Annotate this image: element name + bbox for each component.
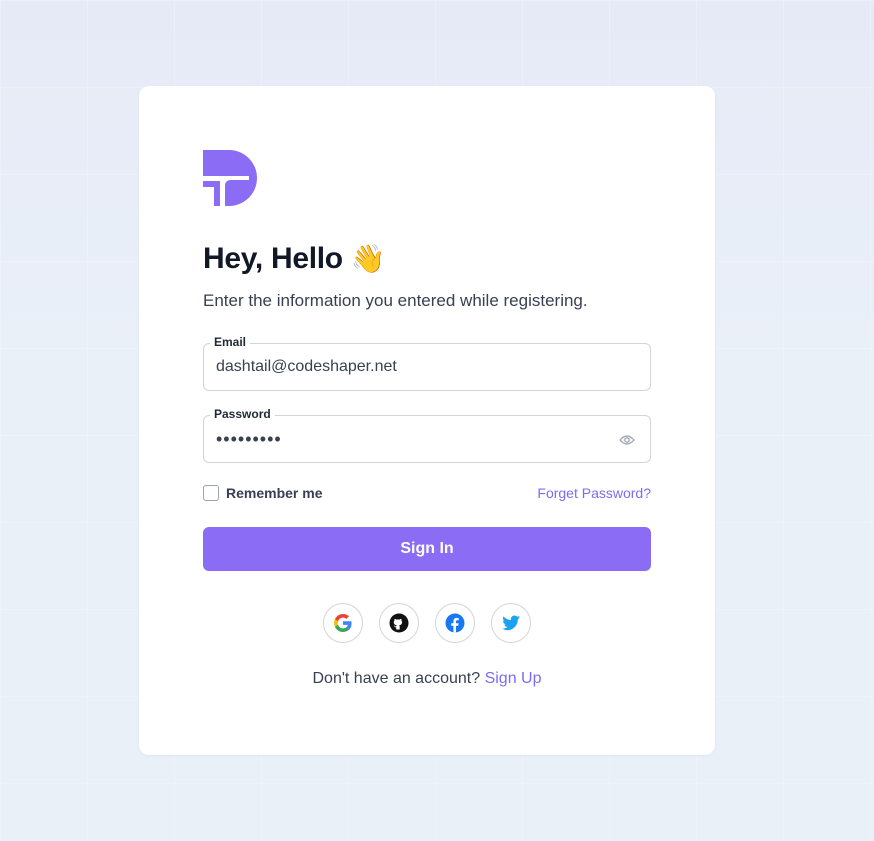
sign-up-link[interactable]: Sign Up xyxy=(485,670,542,687)
google-icon xyxy=(334,614,352,632)
github-login-button[interactable] xyxy=(379,603,419,643)
facebook-login-button[interactable] xyxy=(435,603,475,643)
google-login-button[interactable] xyxy=(323,603,363,643)
signup-prompt: Don't have an account? Sign Up xyxy=(139,670,715,688)
page-subtitle: Enter the information you entered while … xyxy=(203,291,588,310)
email-field: Email xyxy=(203,335,651,391)
facebook-icon xyxy=(445,613,465,633)
forget-password-link[interactable]: Forget Password? xyxy=(537,485,651,501)
title-text: Hey, Hello xyxy=(203,242,343,275)
page-title: Hey, Hello 👋 xyxy=(203,242,386,276)
email-input[interactable] xyxy=(216,344,616,390)
github-icon xyxy=(389,613,409,633)
twitter-icon xyxy=(502,615,520,631)
password-field: Password xyxy=(203,407,651,463)
remember-label: Remember me xyxy=(226,485,323,501)
social-login-row xyxy=(323,603,531,643)
remember-checkbox[interactable] xyxy=(203,485,219,501)
sign-in-button[interactable]: Sign In xyxy=(203,527,651,571)
twitter-login-button[interactable] xyxy=(491,603,531,643)
password-input[interactable] xyxy=(216,416,616,462)
eye-icon[interactable] xyxy=(618,431,636,449)
login-card: Hey, Hello 👋 Enter the information you e… xyxy=(139,86,715,755)
waving-hand-icon: 👋 xyxy=(350,243,386,274)
signup-prompt-text: Don't have an account? xyxy=(312,670,481,687)
brand-logo-icon xyxy=(203,150,257,206)
remember-me: Remember me xyxy=(203,485,323,501)
